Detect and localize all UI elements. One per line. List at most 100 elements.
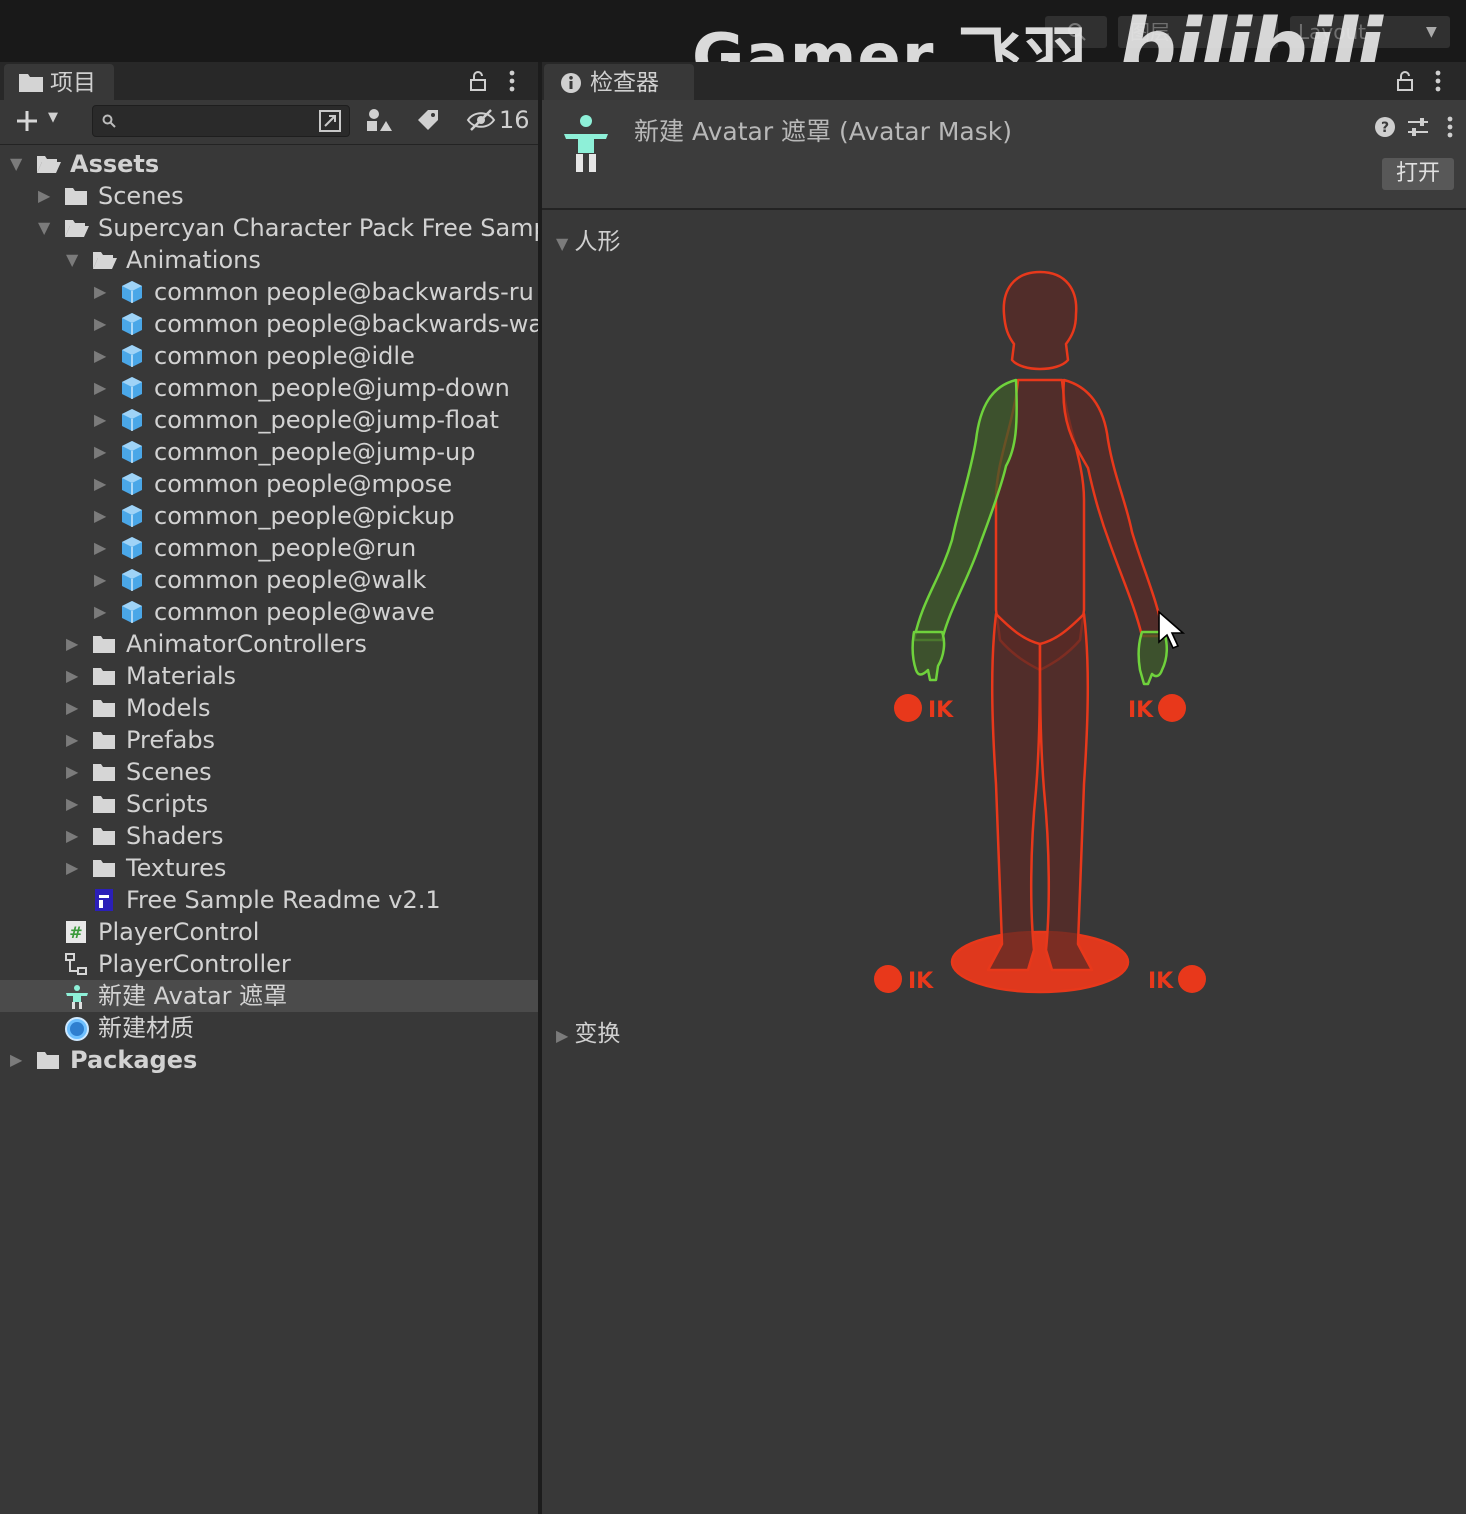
lock-icon[interactable] xyxy=(1395,70,1415,92)
tree-item-label: PlayerControl xyxy=(98,918,260,946)
more-menu-icon[interactable] xyxy=(1434,69,1442,93)
foldout-collapsed-icon[interactable]: ▶ xyxy=(94,404,110,436)
ik-label-left-foot: IK xyxy=(908,969,934,994)
foldout-collapsed-icon[interactable]: ▶ xyxy=(94,372,110,404)
tree-item[interactable]: ▶ Prefabs xyxy=(0,724,538,756)
foldout-collapsed-icon[interactable]: ▶ xyxy=(10,1044,26,1076)
foldout-collapsed-icon[interactable]: ▶ xyxy=(94,532,110,564)
foldout-collapsed-icon[interactable]: ▶ xyxy=(66,692,82,724)
tree-item-label: common_people@run xyxy=(154,534,417,562)
humanoid-section-header[interactable]: ▼ 人形 xyxy=(556,222,620,256)
foldout-collapsed-icon[interactable]: ▶ xyxy=(66,820,82,852)
tree-item[interactable]: ▶ common_people@jump-down xyxy=(0,372,538,404)
lock-icon[interactable] xyxy=(468,70,488,92)
tab-project[interactable]: 项目 xyxy=(4,64,114,100)
tree-item[interactable]: ▼ Assets xyxy=(0,148,538,180)
help-icon[interactable]: ? xyxy=(1374,116,1396,138)
ik-dot-left-hand[interactable] xyxy=(894,694,922,722)
body-part-left-leg[interactable] xyxy=(986,612,1042,972)
tree-item-label: Prefabs xyxy=(126,726,216,754)
open-button[interactable]: 打开 xyxy=(1382,158,1454,190)
folder-icon xyxy=(92,824,116,848)
transform-section-label: 变换 xyxy=(574,1021,621,1047)
ik-label-right-foot: IK xyxy=(1148,969,1174,994)
more-menu-icon[interactable] xyxy=(1446,115,1454,139)
foldout-expanded-icon[interactable]: ▼ xyxy=(10,148,26,180)
tab-inspector[interactable]: 检查器 xyxy=(544,64,694,100)
foldout-collapsed-icon[interactable]: ▶ xyxy=(38,180,54,212)
foldout-expanded-icon[interactable]: ▼ xyxy=(66,244,82,276)
filter-by-type-icon[interactable] xyxy=(364,106,392,134)
tree-item[interactable]: ▶ Models xyxy=(0,692,538,724)
avatar-mask-icon xyxy=(64,984,88,1009)
ik-label-left-hand: IK xyxy=(928,698,954,723)
foldout-collapsed-icon[interactable]: ▶ xyxy=(66,756,82,788)
project-tab-row: 项目 xyxy=(0,62,538,100)
model-icon xyxy=(120,568,144,592)
tree-item-label: Free Sample Readme v2.1 xyxy=(126,886,441,914)
tree-item[interactable]: ▶ common people@idle xyxy=(0,340,538,372)
tree-item[interactable]: ▶ Materials xyxy=(0,660,538,692)
tree-item-label: common_people@jump-float xyxy=(154,406,499,434)
tree-item[interactable]: ▼ Supercyan Character Pack Free Sampl xyxy=(0,212,538,244)
foldout-collapsed-icon[interactable]: ▶ xyxy=(66,628,82,660)
tree-item[interactable]: ▶ common people@mpose xyxy=(0,468,538,500)
search-input[interactable] xyxy=(92,105,350,137)
foldout-collapsed-icon[interactable]: ▶ xyxy=(94,468,110,500)
filter-by-label-icon[interactable] xyxy=(414,106,442,134)
tree-item[interactable]: 新建材质 xyxy=(0,1012,538,1044)
tree-item[interactable]: ▶ Scenes xyxy=(0,180,538,212)
tree-item[interactable]: ▶ common_people@jump-up xyxy=(0,436,538,468)
tree-item-label: common_people@pickup xyxy=(154,502,455,530)
csharp-script-icon: # xyxy=(64,920,88,944)
tree-item[interactable]: ▶ Textures xyxy=(0,852,538,884)
tree-item[interactable]: ▼ Animations xyxy=(0,244,538,276)
foldout-collapsed-icon[interactable]: ▶ xyxy=(94,308,110,340)
tree-item[interactable]: ▶ Shaders xyxy=(0,820,538,852)
foldout-collapsed-icon[interactable]: ▶ xyxy=(66,660,82,692)
foldout-collapsed-icon[interactable]: ▶ xyxy=(94,564,110,596)
search-by-type-icon[interactable] xyxy=(317,108,343,134)
ik-dot-left-foot[interactable] xyxy=(874,965,902,993)
foldout-collapsed-icon[interactable]: ▶ xyxy=(94,436,110,468)
tree-item[interactable]: ▶ common people@backwards-wa xyxy=(0,308,538,340)
tree-item[interactable]: ▶ Scripts xyxy=(0,788,538,820)
body-part-root[interactable] xyxy=(950,930,1130,994)
add-asset-button[interactable]: ▼ xyxy=(12,106,68,136)
tree-item[interactable]: ▶ common_people@jump-float xyxy=(0,404,538,436)
tree-item-label: Textures xyxy=(126,854,227,882)
tree-item[interactable]: ▶ common_people@run xyxy=(0,532,538,564)
foldout-collapsed-icon[interactable]: ▶ xyxy=(66,788,82,820)
tree-item[interactable]: ▶ Scenes xyxy=(0,756,538,788)
foldout-collapsed-icon[interactable]: ▶ xyxy=(94,500,110,532)
tree-item[interactable]: ▶ AnimatorControllers xyxy=(0,628,538,660)
foldout-collapsed-icon[interactable]: ▶ xyxy=(66,852,82,884)
model-icon xyxy=(120,408,144,432)
ik-dot-right-foot[interactable] xyxy=(1178,965,1206,993)
foldout-expanded-icon[interactable]: ▼ xyxy=(38,212,54,244)
body-part-right-leg[interactable] xyxy=(1038,612,1094,972)
tree-item[interactable]: ▶ common people@backwards-ru xyxy=(0,276,538,308)
tree-item[interactable]: ▶ common_people@pickup xyxy=(0,500,538,532)
preset-settings-icon[interactable] xyxy=(1406,116,1430,138)
tree-item[interactable]: ▶ Packages xyxy=(0,1044,538,1076)
tree-item[interactable]: PlayerController xyxy=(0,948,538,980)
transform-section-header[interactable]: ▶ 变换 xyxy=(556,1014,620,1048)
body-part-left-hand[interactable] xyxy=(911,630,946,682)
foldout-expanded-icon: ▼ xyxy=(556,234,569,253)
tree-item[interactable]: Free Sample Readme v2.1 xyxy=(0,884,538,916)
more-menu-icon[interactable] xyxy=(508,69,516,93)
tree-item[interactable]: 新建 Avatar 遮罩 xyxy=(0,980,538,1012)
foldout-collapsed-icon[interactable]: ▶ xyxy=(66,724,82,756)
tree-item-label: AnimatorControllers xyxy=(126,630,367,658)
tree-item[interactable]: ▶ common people@walk xyxy=(0,564,538,596)
foldout-collapsed-icon[interactable]: ▶ xyxy=(94,340,110,372)
ik-dot-right-hand[interactable] xyxy=(1158,694,1186,722)
body-part-head[interactable] xyxy=(1002,270,1078,371)
foldout-collapsed-icon[interactable]: ▶ xyxy=(94,276,110,308)
foldout-collapsed-icon[interactable]: ▶ xyxy=(94,596,110,628)
inspector-title: 新建 Avatar 遮罩 (Avatar Mask) xyxy=(634,117,1012,146)
hidden-packages-toggle[interactable]: 16 xyxy=(466,104,532,136)
tree-item[interactable]: ▶ common people@wave xyxy=(0,596,538,628)
tree-item[interactable]: # PlayerControl xyxy=(0,916,538,948)
